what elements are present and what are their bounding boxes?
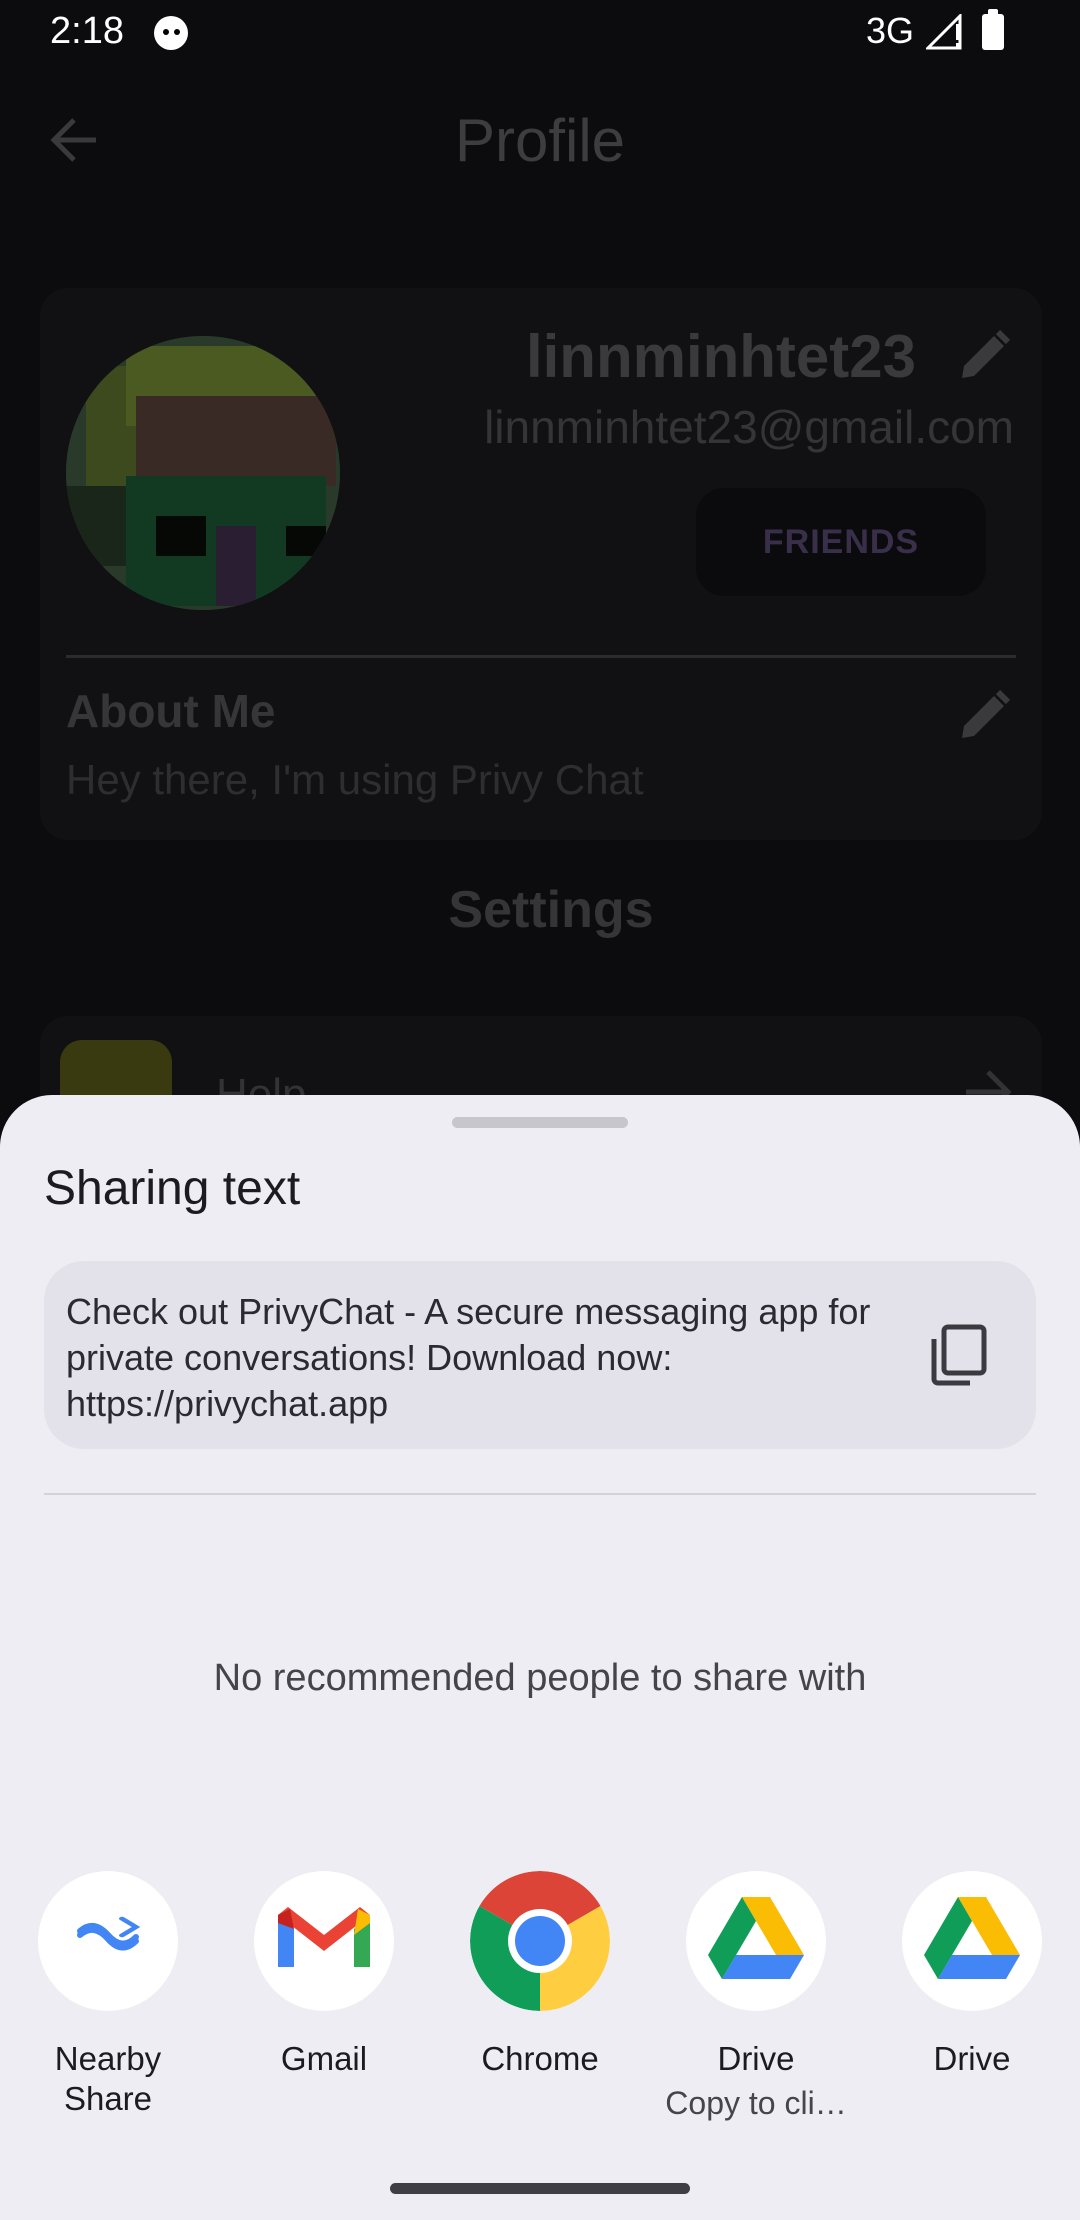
preview-text: Check out PrivyChat - A secure messaging…	[66, 1291, 871, 1424]
profile-card: linnminhtet23 linnminhtet23@gmail.com FR…	[40, 288, 1042, 840]
share-target-sublabel: Copy to cli…	[665, 2085, 847, 2121]
nearby-share-icon	[38, 1871, 178, 2011]
network-type: 3G	[866, 10, 915, 51]
signal-icon	[924, 12, 966, 55]
home-indicator[interactable]	[390, 2183, 690, 2194]
page-title: Profile	[454, 107, 626, 174]
share-target-gmail[interactable]: Gmail	[216, 1871, 432, 2079]
share-target-nearby-share[interactable]: Nearby Share	[0, 1871, 216, 2119]
settings-title: Settings	[448, 881, 654, 939]
share-sheet: Sharing text Check out PrivyChat - A sec…	[0, 1095, 1080, 2220]
about-me-title: About Me	[66, 685, 276, 737]
status-bar: 2:18 3G	[0, 0, 1080, 66]
no-recommendations-message: No recommended people to share with	[213, 1657, 867, 1699]
share-target-label: Drive	[933, 2040, 1011, 2077]
divider	[66, 655, 1016, 658]
text-preview-card: Check out PrivyChat - A secure messaging…	[44, 1261, 1036, 1449]
share-target-drive[interactable]: Drive	[864, 1871, 1080, 2079]
edit-name-icon[interactable]	[956, 328, 1012, 389]
status-time: 2:18	[50, 10, 124, 52]
about-me-text: Hey there, I'm using Privy Chat	[66, 756, 644, 803]
app-header: Profile	[0, 66, 1080, 216]
drag-handle[interactable]	[452, 1117, 628, 1128]
gmail-icon	[254, 1871, 394, 2011]
share-target-label: Nearby Share	[54, 2040, 162, 2117]
friends-button[interactable]: FRIENDS	[696, 488, 986, 596]
share-target-label: Drive	[717, 2040, 795, 2077]
drive-icon	[686, 1871, 826, 2011]
copy-icon[interactable]	[928, 1323, 988, 1392]
share-targets-row: Nearby Share Gmail Chrome Drive Copy to …	[0, 1871, 1080, 2151]
username: linnminhtet23	[525, 323, 916, 390]
email: linnminhtet23@gmail.com	[484, 401, 1014, 453]
share-target-chrome[interactable]: Chrome	[432, 1871, 648, 2079]
share-target-label: Gmail	[280, 2040, 368, 2077]
avatar[interactable]	[66, 336, 340, 610]
share-target-label: Chrome	[481, 2040, 599, 2077]
chrome-icon	[470, 1871, 610, 2011]
share-target-drive-copy[interactable]: Drive Copy to cli…	[648, 1871, 864, 2123]
notification-cat-icon	[154, 16, 188, 50]
edit-about-icon[interactable]	[956, 688, 1012, 749]
divider	[44, 1493, 1036, 1495]
drive-icon	[902, 1871, 1042, 2011]
battery-icon	[982, 9, 1004, 50]
sheet-title: Sharing text	[44, 1162, 301, 1215]
